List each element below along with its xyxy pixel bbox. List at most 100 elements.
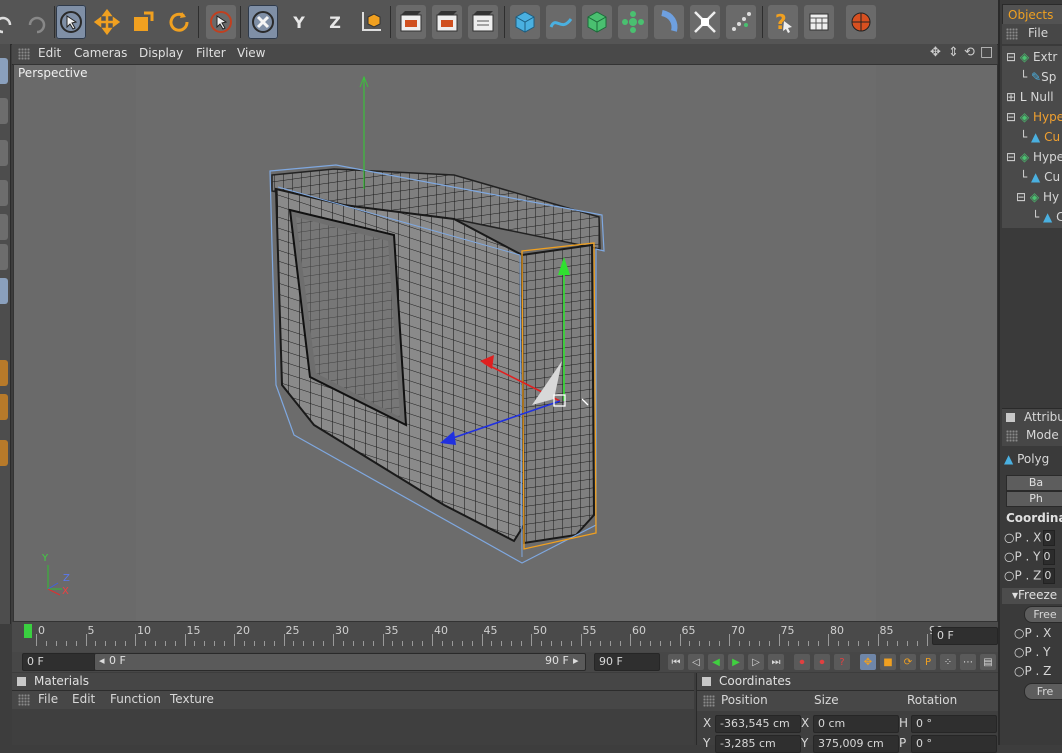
coordinate-system-icon[interactable] <box>356 5 386 39</box>
playhead-marker[interactable] <box>24 624 32 638</box>
attr-pos-y[interactable]: ○P . Y0 <box>1004 549 1055 567</box>
attr-freeze-pos-z[interactable]: ○P . Z <box>1014 664 1051 682</box>
make-editable-icon[interactable] <box>0 58 8 84</box>
model-mode-icon[interactable] <box>0 98 8 124</box>
viewport-menu-filter[interactable]: Filter <box>196 46 226 60</box>
y-axis-button[interactable]: Y <box>284 5 314 39</box>
timeline[interactable]: 051015202530354045505560657075808590 0 F <box>12 622 998 652</box>
layout-icon[interactable] <box>804 5 834 39</box>
position-y-field[interactable]: -3,285 cm <box>715 735 801 753</box>
workplane-icon[interactable] <box>0 180 8 206</box>
attr-pos-x[interactable]: ○P . X0 <box>1004 530 1056 548</box>
redo-icon[interactable] <box>22 5 52 39</box>
scene-icon[interactable] <box>690 5 720 39</box>
start-frame-field[interactable]: 0 F <box>22 653 96 671</box>
texture-mode-icon[interactable] <box>0 140 8 166</box>
undo-icon[interactable] <box>0 5 18 39</box>
autokeying-icon[interactable]: ⏺ <box>814 654 830 670</box>
interpolation-icon[interactable]: ⋯ <box>960 654 976 670</box>
polygons-mode-icon[interactable] <box>0 278 8 304</box>
viewport-menu-display[interactable]: Display <box>139 46 183 60</box>
tree-item[interactable]: ⊟ ◈ Hype <box>1006 110 1062 128</box>
cloner-icon[interactable] <box>618 5 648 39</box>
rotation-h-field[interactable]: 0 ° <box>911 715 997 733</box>
previous-key-icon[interactable]: ◁ <box>688 654 704 670</box>
deformer-icon[interactable] <box>654 5 684 39</box>
recent-tools-icon[interactable] <box>206 5 236 39</box>
materials-menu-texture[interactable]: Texture <box>170 692 214 706</box>
materials-menu-edit[interactable]: Edit <box>72 692 95 706</box>
perspective-viewport[interactable]: Perspective Y Z X <box>13 64 998 622</box>
viewport-zoom-icon[interactable]: ⇕ <box>948 45 959 60</box>
tree-item[interactable]: └ ✎Sp <box>1020 70 1056 88</box>
record-active-objects-icon[interactable]: ⏺ <box>794 654 810 670</box>
timeline-ruler[interactable]: 051015202530354045505560657075808590 <box>22 624 943 648</box>
render-view-icon[interactable] <box>396 5 426 39</box>
position-x-field[interactable]: -363,545 cm <box>715 715 801 733</box>
object-tree[interactable]: ⊟ ◈ Extr └ ✎Sp ⊞ L Null ⊟ ◈ Hype └ ▲ Cu … <box>1002 46 1062 228</box>
particles-icon[interactable] <box>726 5 756 39</box>
tree-item[interactable]: └ ▲ Cu <box>1020 170 1060 188</box>
model-wireframe[interactable] <box>14 65 997 621</box>
phong-tab[interactable]: Ph <box>1006 491 1062 507</box>
play-backward-icon[interactable]: ◀ <box>708 654 724 670</box>
snapping-icon[interactable] <box>0 440 8 466</box>
tree-item[interactable]: ⊟ ◈ Hype <box>1006 150 1062 168</box>
tree-item[interactable]: ⊟ ◈ Extr <box>1006 50 1057 68</box>
viewport-menu-cameras[interactable]: Cameras <box>74 46 127 60</box>
play-forward-icon[interactable]: ▶ <box>728 654 744 670</box>
record-rotation-icon[interactable]: ⟳ <box>900 654 916 670</box>
objects-menu-file[interactable]: File <box>1028 26 1048 40</box>
materials-menu-file[interactable]: File <box>38 692 58 706</box>
freeze-all-button[interactable]: Free <box>1024 606 1062 623</box>
cube-primitive-icon[interactable] <box>510 5 540 39</box>
tweak-mode-icon[interactable] <box>0 394 8 420</box>
live-selection-icon[interactable] <box>56 5 86 39</box>
viewport-rotate-icon[interactable]: ⟲ <box>964 45 975 60</box>
freeze-position-button[interactable]: Fre <box>1024 683 1062 700</box>
scale-icon[interactable] <box>128 5 158 39</box>
objects-tab[interactable]: Objects <box>1002 4 1062 25</box>
viewport-menu-edit[interactable]: Edit <box>38 46 61 60</box>
attributes-tab[interactable]: Attribu <box>1024 410 1062 424</box>
materials-menu-function[interactable]: Function <box>110 692 161 706</box>
z-axis-button[interactable]: Z <box>320 5 350 39</box>
tree-item[interactable]: ⊞ L Null <box>1006 90 1054 108</box>
web-browser-icon[interactable] <box>846 5 876 39</box>
record-scale-icon[interactable]: ■ <box>880 654 896 670</box>
axis-mode-icon[interactable] <box>0 360 8 386</box>
keyframe-selection-icon[interactable]: ? <box>834 654 850 670</box>
tree-item[interactable]: ⊟ ◈ Hy <box>1016 190 1059 208</box>
timeline-window-icon[interactable]: ▤ <box>980 654 996 670</box>
spline-pen-icon[interactable] <box>546 5 576 39</box>
attr-freeze-pos-y[interactable]: ○P . Y <box>1014 645 1051 663</box>
record-position-icon[interactable]: ✥ <box>860 654 876 670</box>
viewport-move-icon[interactable]: ✥ <box>930 45 941 60</box>
x-axis-icon[interactable] <box>248 5 278 39</box>
edges-mode-icon[interactable] <box>0 244 8 270</box>
viewport-menu-view[interactable]: View <box>237 46 265 60</box>
freeze-section-toggle[interactable]: ▾Freeze <box>1002 588 1062 604</box>
viewport-maximize-icon[interactable]: □ <box>980 44 993 60</box>
record-parameter-icon[interactable]: P <box>920 654 936 670</box>
points-mode-icon[interactable] <box>0 214 8 240</box>
subdivision-surface-icon[interactable] <box>582 5 612 39</box>
rotation-p-field[interactable]: 0 ° <box>911 735 997 753</box>
go-to-end-icon[interactable]: ⏭ <box>768 654 784 670</box>
size-y-field[interactable]: 375,009 cm <box>813 735 899 753</box>
record-point-level-icon[interactable]: ⁘ <box>940 654 956 670</box>
render-picture-viewer-icon[interactable] <box>432 5 462 39</box>
size-x-field[interactable]: 0 cm <box>813 715 899 733</box>
go-to-start-icon[interactable]: ⏮ <box>668 654 684 670</box>
tree-item[interactable]: └ ▲ Cu <box>1020 130 1060 148</box>
next-key-icon[interactable]: ▷ <box>748 654 764 670</box>
help-icon[interactable]: ? <box>768 5 798 39</box>
render-settings-icon[interactable] <box>468 5 498 39</box>
tree-item[interactable]: └ ▲ C <box>1032 210 1062 228</box>
rotate-icon[interactable] <box>164 5 194 39</box>
preview-range-slider[interactable]: ◂ 0 F 90 F ▸ <box>94 653 586 671</box>
end-frame-field[interactable]: 90 F <box>594 653 660 671</box>
current-frame-field[interactable]: 0 F <box>932 627 998 645</box>
attributes-mode-menu[interactable]: Mode <box>1026 428 1059 442</box>
basic-tab[interactable]: Ba <box>1006 475 1062 491</box>
